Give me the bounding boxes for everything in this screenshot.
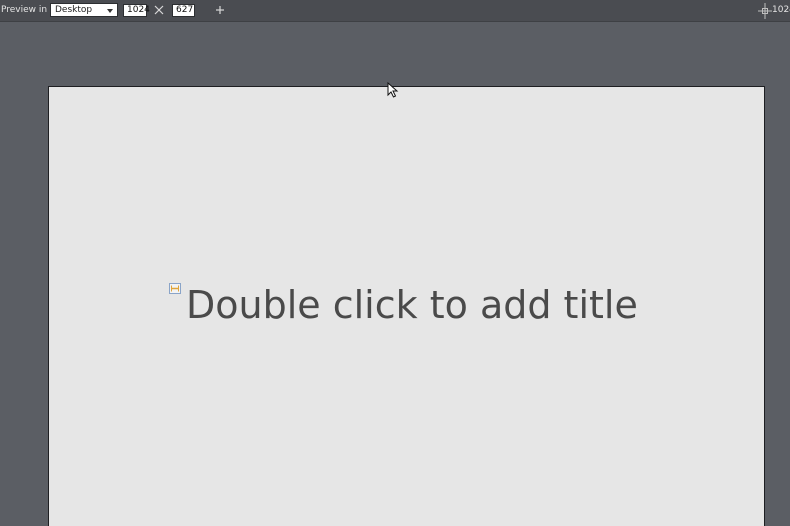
mouse-cursor-icon — [387, 82, 399, 98]
height-input[interactable]: 627 — [172, 4, 195, 17]
title-placeholder[interactable]: Double click to add title — [186, 283, 638, 327]
preview-in-label: Preview in — [1, 5, 48, 15]
plus-icon[interactable] — [214, 4, 226, 16]
times-icon — [154, 5, 164, 15]
device-select[interactable]: Desktop — [50, 3, 118, 17]
preview-toolbar: Preview in Desktop 1024 627 1024 — [0, 0, 790, 22]
ruler-width-value: 1024 — [772, 5, 790, 15]
crosshair-ruler-icon[interactable] — [758, 3, 772, 19]
slide-canvas[interactable]: Double click to add title — [48, 86, 765, 526]
width-input[interactable]: 1024 — [123, 4, 150, 17]
text-handle-icon[interactable] — [169, 283, 181, 294]
chevron-down-icon — [107, 9, 113, 13]
device-select-value: Desktop — [55, 5, 93, 15]
